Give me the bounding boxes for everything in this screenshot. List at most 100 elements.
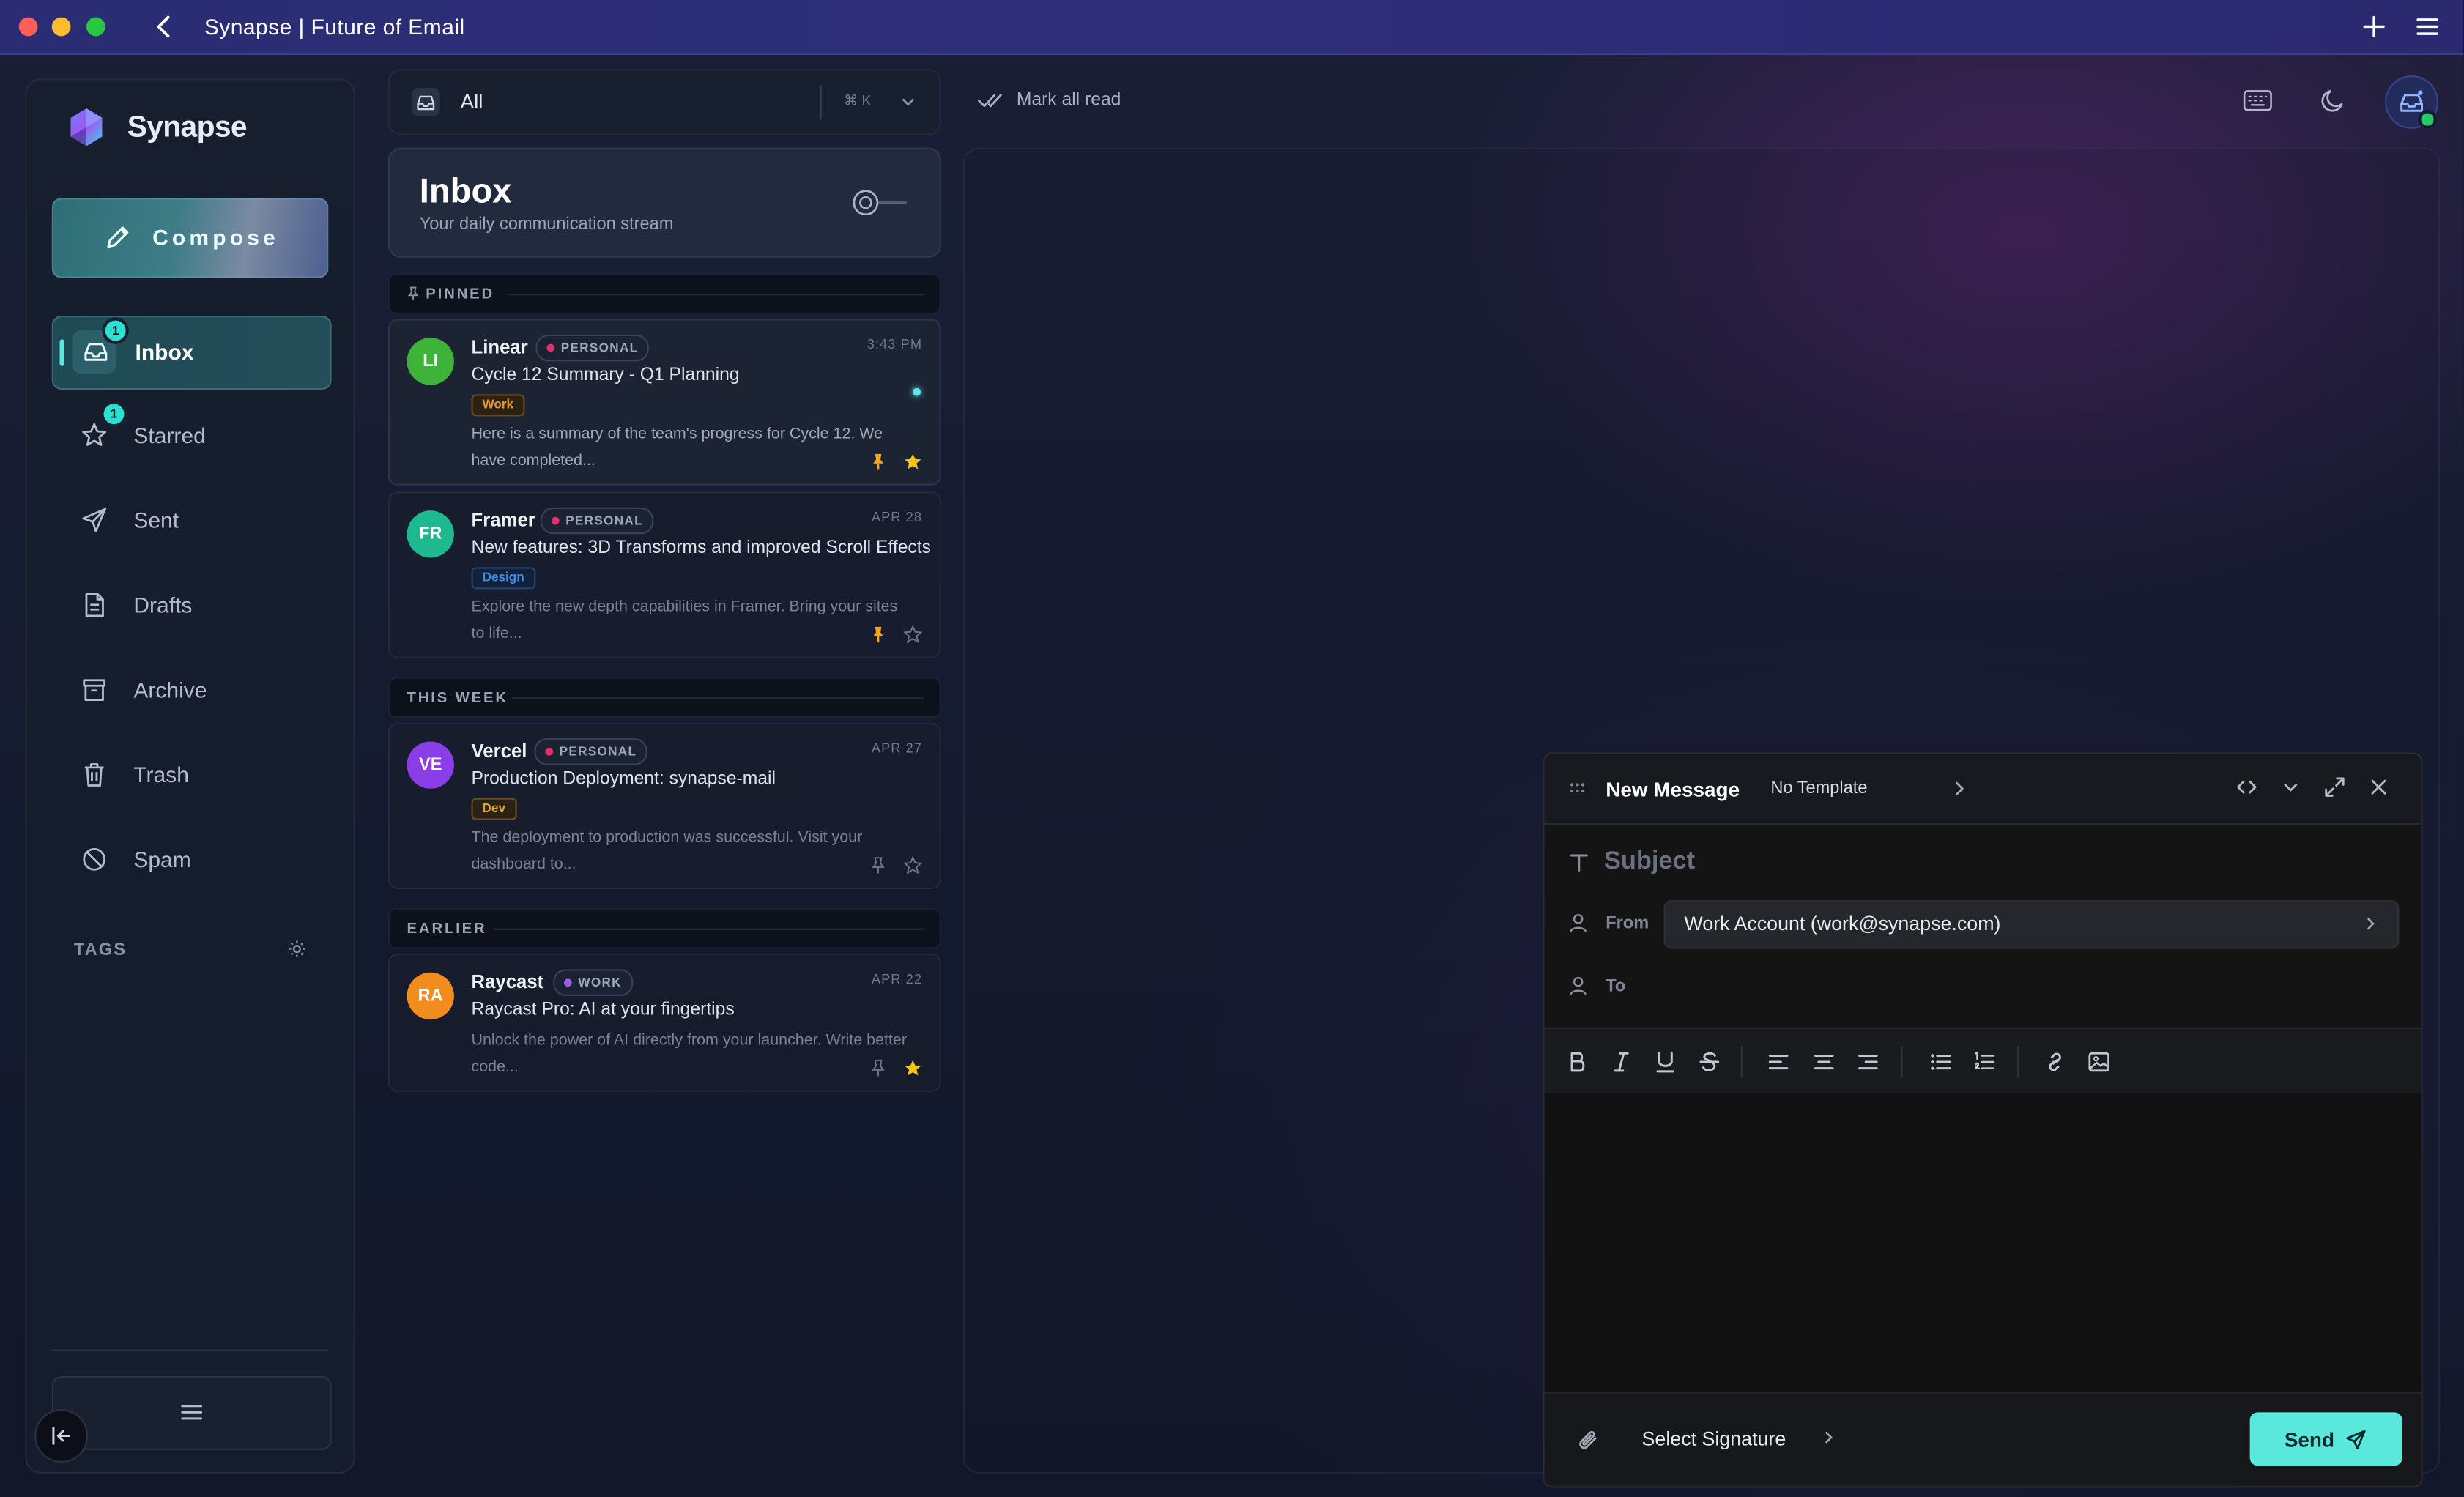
from-account-select[interactable]: Work Account (work@synapse.com) <box>1663 900 2400 949</box>
moon-icon[interactable] <box>2319 86 2348 115</box>
pin-icon[interactable] <box>869 625 888 645</box>
avatar: VE <box>407 741 454 789</box>
plus-icon[interactable] <box>2360 12 2389 41</box>
chevron-right-icon[interactable] <box>1821 1430 1836 1445</box>
pin-outline-icon[interactable] <box>869 856 888 875</box>
star-outline-icon[interactable] <box>903 856 923 875</box>
image-icon[interactable] <box>2087 1050 2112 1074</box>
brand-name: Synapse <box>127 111 248 145</box>
template-select[interactable]: No Template <box>1770 779 1867 798</box>
mailbox-filter-select[interactable]: All ⌘ K <box>387 69 941 135</box>
bold-icon[interactable] <box>1565 1050 1589 1074</box>
category-pill: PERSONAL <box>535 334 650 362</box>
star-icon[interactable] <box>903 453 922 472</box>
numbered-list-icon[interactable] <box>1972 1050 1997 1074</box>
email-preview-line-2: code... <box>471 1058 519 1077</box>
strikethrough-icon[interactable] <box>1697 1050 1722 1074</box>
section-line <box>508 294 924 296</box>
close-window-button[interactable] <box>18 17 38 37</box>
underline-icon[interactable] <box>1653 1050 1678 1074</box>
double-check-icon <box>977 94 1002 108</box>
sidebar-item-sent[interactable]: Sent <box>52 486 329 557</box>
avatar: LI <box>407 338 454 385</box>
section-label: PINNED <box>426 286 495 303</box>
sidebar-item-trash[interactable]: Trash <box>52 740 329 811</box>
sidebar-item-spam[interactable]: Spam <box>52 825 329 896</box>
toolbar-separator <box>2017 1046 2019 1078</box>
toolbar-separator <box>1901 1046 1903 1078</box>
compose-button[interactable]: Compose <box>51 198 329 278</box>
category-pill: PERSONAL <box>534 738 648 765</box>
code-icon[interactable] <box>2235 776 2257 798</box>
email-time: APR 22 <box>871 970 923 987</box>
email-preview-line-1: Here is a summary of the team's progress… <box>471 426 883 443</box>
email-sender: Vercel <box>471 740 527 762</box>
align-center-icon[interactable] <box>1811 1050 1836 1074</box>
inbox-badge: 1 <box>105 320 126 341</box>
sidebar-item-inbox[interactable]: 1 Inbox <box>51 316 332 390</box>
compose-window: New Message No Template From Work Accoun… <box>1543 752 2423 1488</box>
app-window: Synapse | Future of Email Synapse Compos… <box>0 0 2464 1497</box>
chevron-down-icon[interactable] <box>2279 776 2301 798</box>
close-icon[interactable] <box>2368 776 2390 798</box>
sidebar-divider <box>51 1349 329 1351</box>
inbox-header-card: Inbox Your daily communication stream <box>387 147 941 258</box>
subject-input[interactable] <box>1604 845 2390 880</box>
email-row-linear[interactable]: LI Linear PERSONAL 3:43 PM Cycle 12 Summ… <box>387 319 941 486</box>
send-button[interactable]: Send <box>2249 1412 2402 1466</box>
star-outline-icon[interactable] <box>903 625 923 645</box>
from-label: From <box>1606 914 1650 934</box>
align-right-icon[interactable] <box>1855 1050 1880 1074</box>
email-subject: Raycast Pro: AI at your fingertips <box>471 1000 735 1020</box>
minimize-window-button[interactable] <box>51 17 71 37</box>
link-icon[interactable] <box>2043 1050 2068 1074</box>
sidebar-item-label: Starred <box>133 423 206 448</box>
collapse-sidebar-button[interactable] <box>34 1409 89 1463</box>
chevron-right-icon[interactable] <box>1950 779 1969 798</box>
back-arrow-icon[interactable] <box>151 12 179 41</box>
compose-header[interactable]: New Message No Template <box>1544 754 2422 825</box>
synapse-logo-icon <box>70 108 103 146</box>
drag-handle-icon[interactable] <box>1570 782 1585 795</box>
trash-icon <box>84 763 104 787</box>
compose-label: Compose <box>152 224 279 250</box>
bullet-list-icon[interactable] <box>1928 1050 1953 1074</box>
ban-icon <box>83 847 106 871</box>
sidebar-item-starred[interactable]: 1 Starred <box>52 401 329 472</box>
sidebar-menu-button[interactable] <box>51 1376 332 1450</box>
email-preview-line-2: to life... <box>471 625 522 643</box>
view-toggle[interactable] <box>848 187 911 218</box>
section-header-pinned: PINNED <box>387 273 941 314</box>
sidebar-item-drafts[interactable]: Drafts <box>52 571 329 642</box>
expand-icon[interactable] <box>2323 776 2345 798</box>
compose-title: New Message <box>1606 777 1740 801</box>
pin-icon[interactable] <box>869 453 888 472</box>
pin-outline-icon[interactable] <box>869 1059 888 1078</box>
maximize-window-button[interactable] <box>86 17 105 37</box>
menu-icon[interactable] <box>2413 12 2442 41</box>
to-input[interactable] <box>1663 970 2402 1006</box>
formatting-toolbar <box>1544 1027 2422 1097</box>
email-row-raycast[interactable]: RA Raycast WORK APR 22 Raycast Pro: AI a… <box>387 954 941 1092</box>
email-row-framer[interactable]: FR Framer PERSONAL APR 28 New features: … <box>387 491 941 658</box>
email-subject: Production Deployment: synapse-mail <box>471 770 776 789</box>
section-header-this-week: THIS WEEK <box>387 677 941 718</box>
paperclip-icon[interactable] <box>1573 1425 1601 1454</box>
chevron-down-icon <box>902 98 914 106</box>
section-line <box>512 697 924 699</box>
pin-icon <box>407 286 419 300</box>
keyboard-icon[interactable] <box>2242 86 2274 115</box>
message-body-editor[interactable] <box>1544 1093 2422 1392</box>
gear-icon[interactable] <box>288 940 307 959</box>
filter-separator <box>820 84 822 120</box>
star-icon[interactable] <box>903 1059 922 1078</box>
avatar: FR <box>407 510 454 558</box>
send-icon <box>2346 1430 2366 1450</box>
align-left-icon[interactable] <box>1766 1050 1791 1074</box>
email-subject: New features: 3D Transforms and improved… <box>471 538 931 558</box>
email-sender: Framer <box>471 508 535 532</box>
italic-icon[interactable] <box>1608 1050 1633 1074</box>
email-row-vercel[interactable]: VE Vercel PERSONAL APR 27 Production Dep… <box>387 722 941 890</box>
sidebar-item-archive[interactable]: Archive <box>52 655 329 726</box>
signature-select[interactable]: Select Signature <box>1642 1428 1786 1450</box>
